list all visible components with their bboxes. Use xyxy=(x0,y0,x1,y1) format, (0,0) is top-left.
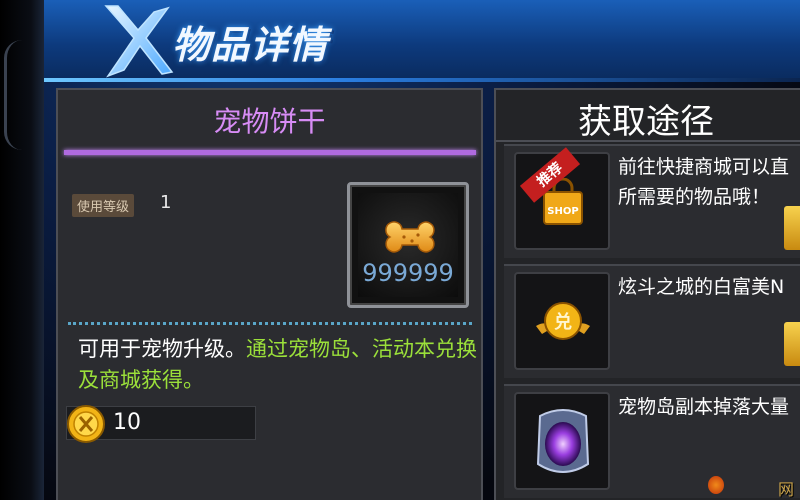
source-row-shop[interactable]: SHOP 推荐 前往快捷商城可以直 所需要的物品哦！ xyxy=(504,144,800,258)
svg-text:SHOP: SHOP xyxy=(547,206,578,217)
source-text: 前往快捷商城可以直 所需要的物品哦！ xyxy=(618,152,800,212)
gold-coin-icon xyxy=(67,405,105,443)
level-value: 1 xyxy=(160,192,172,213)
watermark-text: 网 xyxy=(778,480,795,499)
watermark: 网 xyxy=(700,476,800,500)
source-icon-frame: SHOP 推荐 xyxy=(514,147,610,250)
source-row-exchange[interactable]: 兑 炫斗之城的白富美N xyxy=(504,264,800,378)
item-slot[interactable]: 999999 xyxy=(347,182,469,308)
edge-curve xyxy=(4,40,24,150)
watermark-logo-icon xyxy=(708,476,724,494)
bone-biscuit-icon xyxy=(385,221,435,253)
source-icon-frame xyxy=(514,392,610,490)
x-logo-icon xyxy=(104,5,174,78)
source-icon-frame: 兑 xyxy=(514,272,610,370)
desc-usage: 可用于宠物升级。 xyxy=(78,337,246,361)
source-panel: 获取途径 SHOP 推荐 前往快捷商城可以直 所需要的物品哦！ 兑 炫斗之城的白… xyxy=(494,88,800,500)
item-detail-panel: 宠物饼干 使用等级 1 999999 可用于宠物升级。通过宠物岛、活动本兑换及商… xyxy=(56,88,483,500)
source-go-button[interactable] xyxy=(784,206,800,250)
source-text-line1: 炫斗之城的白富美N xyxy=(618,276,785,298)
left-edge xyxy=(0,0,44,500)
source-text: 炫斗之城的白富美N xyxy=(618,272,800,302)
item-name: 宠物饼干 xyxy=(213,105,326,138)
source-text-line1: 宠物岛副本掉落大量 xyxy=(618,396,790,418)
source-text-line2: 所需要的物品哦！ xyxy=(618,186,771,208)
dotted-divider xyxy=(68,322,472,325)
title-divider xyxy=(496,140,800,142)
svg-text:兑: 兑 xyxy=(554,311,572,333)
rarity-divider xyxy=(64,150,476,155)
item-count: 999999 xyxy=(362,259,454,287)
page-title: 物品详情 xyxy=(172,23,329,67)
source-text: 宠物岛副本掉落大量 xyxy=(618,392,800,422)
portal-icon xyxy=(536,409,590,473)
item-description: 可用于宠物升级。通过宠物岛、活动本兑换及商城获得。 xyxy=(78,334,478,396)
source-title: 获取途径 xyxy=(578,102,714,142)
price-box: 10 xyxy=(66,405,256,443)
header-bar: 物品详情 xyxy=(44,0,800,82)
source-text-line1: 前往快捷商城可以直 xyxy=(618,156,790,178)
exchange-coin-icon: 兑 xyxy=(536,302,590,340)
source-go-button[interactable] xyxy=(784,322,800,366)
item-slot-inner: 999999 xyxy=(358,193,458,297)
level-label: 使用等级 xyxy=(72,194,135,217)
price-value: 10 xyxy=(113,410,141,435)
